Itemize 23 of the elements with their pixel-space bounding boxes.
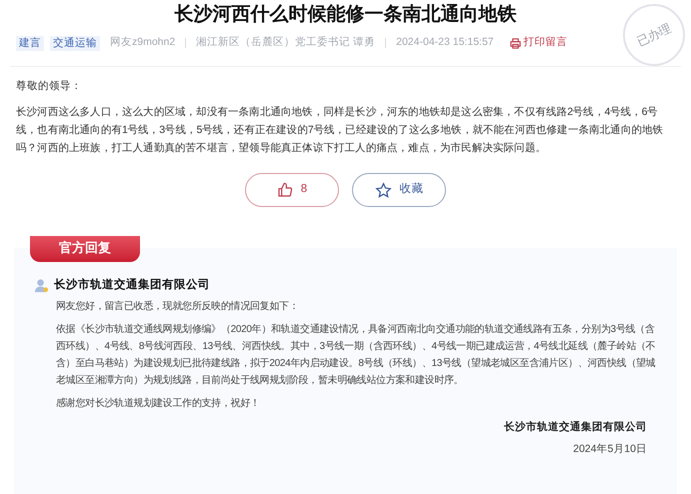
meta-text: 网友z9mohn2 — [110, 35, 176, 50]
reply-paragraph: 网友您好，留言已收悉，现就您所反映的情况回复如下： — [56, 300, 300, 314]
user-icon — [34, 278, 49, 294]
page-title: 长沙河西什么时候能修一条南北通向地铁 — [174, 2, 518, 27]
reply-paragraph: 依据《长沙市轨道交通线网规划修编》（2020年）和轨道交通建设情况，具备河西南北向交通功能的轨道交通线路有五条，分别为3号线（含西环线）、4号线、8号线河西段、13号线、河西快线。其中，3号线一期（含西环线）、4号线一期已建成运营，4号线北延线（麓子岭站（不含）至白马巷站）为建设规划已批待建线路，拟于2024年内启动建设。8号线（环线）、13号线（望城老城区至含浦片区）、河西快线（望城老城区至湘潭方向）为规划线路，目前尚处于线网规划阶段，暂未明确线站位方案和建设时序。 — [56, 322, 656, 388]
message-body: 长沙河西这么多人口，这么大的区域，却没有一条南北通向地铁，同样是长沙，河东的地铁却是这么密集，不仅有线路2号线，4号线，6号线，也有南北通向的有1号线，3号线，5号线，还有正在建设的7号线，已经建设的了这么多地铁，就不能在河西也修建一条南北通向的地铁吗？河西的上班族，打工人通勤真的苦不堪言，望领导能真正体谅下打工人的痛点，难点，为市民解决实际问题。 — [16, 105, 664, 156]
organization-name: 长沙市轨道交通集团有限公司 — [54, 277, 210, 293]
star-icon — [374, 182, 392, 198]
printer-icon — [510, 38, 521, 48]
signature: 长沙市轨道交通集团有限公司 — [504, 420, 647, 436]
meta-text: 湘江新区（岳麓区）党工委书记 谭勇 — [196, 35, 376, 50]
tag: 建言 — [16, 36, 44, 50]
thumbs-up-icon — [276, 182, 293, 198]
greeting: 尊敬的领导： — [16, 79, 83, 94]
reply-paragraph: 感谢您对长沙轨道规划建设工作的支持，祝好！ — [56, 396, 261, 412]
stamp: 已办理 — [623, 4, 685, 66]
like-button[interactable]: 8 — [245, 173, 339, 207]
reply-date: 2024年5月10日 — [573, 442, 647, 457]
meta-text: 2024-04-23 15:15:57 — [396, 35, 494, 50]
reply-ribbon: 官方回复 — [30, 236, 140, 262]
print-link[interactable]: 打印留言 — [510, 35, 568, 51]
tag: 交通运输 — [50, 36, 100, 50]
favorite-button[interactable]: 收藏 — [352, 173, 446, 207]
